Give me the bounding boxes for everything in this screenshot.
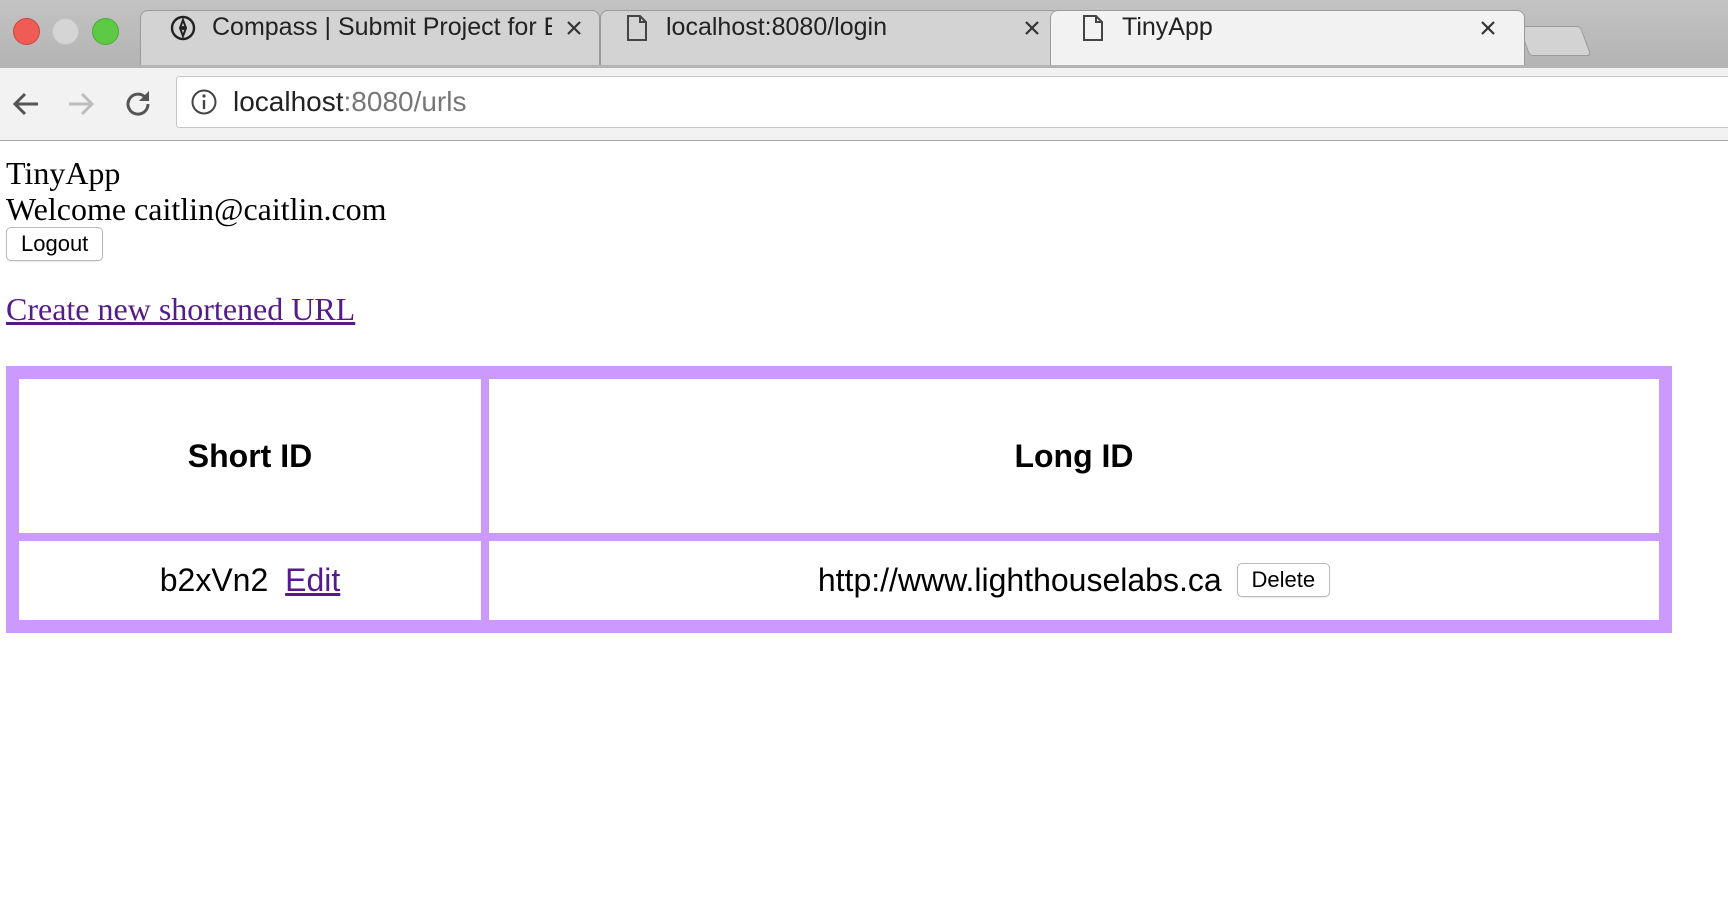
tab-strip: Compass | Submit Project for E localhost… bbox=[0, 0, 1728, 68]
close-tab-icon[interactable] bbox=[1474, 14, 1502, 42]
address-host: localhost bbox=[233, 86, 344, 117]
document-icon bbox=[622, 13, 652, 43]
long-url-value: http://www.lighthouselabs.ca bbox=[817, 561, 1222, 598]
close-tab-icon[interactable] bbox=[1018, 14, 1046, 42]
address-bar[interactable]: localhost:8080/urls bbox=[176, 76, 1728, 128]
close-tab-icon[interactable] bbox=[560, 14, 588, 42]
tab-compass-content[interactable]: Compass | Submit Project for E bbox=[168, 0, 588, 55]
info-icon[interactable] bbox=[189, 87, 219, 117]
compass-icon bbox=[168, 13, 198, 43]
minimize-window-button[interactable] bbox=[52, 18, 79, 45]
new-tab-button[interactable] bbox=[1518, 26, 1592, 56]
logout-button[interactable]: Logout bbox=[6, 227, 104, 261]
header-long-id: Long ID bbox=[485, 375, 1663, 537]
browser-toolbar: localhost:8080/urls bbox=[0, 68, 1728, 141]
tab-title: localhost:8080/login bbox=[666, 13, 887, 41]
tab-title: Compass | Submit Project for E bbox=[212, 13, 552, 41]
document-icon bbox=[1078, 13, 1108, 43]
edit-link[interactable]: Edit bbox=[285, 562, 340, 598]
back-arrow-icon bbox=[12, 92, 38, 116]
maximize-window-button[interactable] bbox=[92, 18, 119, 45]
welcome-message: Welcome caitlin@caitlin.com bbox=[6, 191, 387, 227]
create-url-link[interactable]: Create new shortened URL bbox=[6, 291, 355, 328]
forward-button[interactable] bbox=[63, 86, 99, 122]
close-window-button[interactable] bbox=[13, 18, 40, 45]
tab-login-content[interactable]: localhost:8080/login bbox=[622, 0, 1046, 55]
delete-button[interactable]: Delete bbox=[1236, 563, 1331, 598]
short-id-value: b2xVn2 bbox=[159, 562, 269, 598]
back-button[interactable] bbox=[8, 86, 44, 122]
reload-icon bbox=[126, 91, 150, 116]
reload-button[interactable] bbox=[120, 86, 156, 122]
tab-title: TinyApp bbox=[1122, 13, 1213, 41]
address-path: :8080/urls bbox=[343, 86, 467, 117]
header-short-id: Short ID bbox=[15, 375, 485, 537]
forward-arrow-icon bbox=[69, 92, 95, 116]
address-url[interactable]: localhost:8080/urls bbox=[233, 86, 466, 118]
table-header-row: Short ID Long ID bbox=[15, 375, 1663, 537]
urls-table: Short ID Long ID b2xVn2 Edit http://www.… bbox=[6, 366, 1672, 633]
table-row: b2xVn2 Edit http://www.lighthouselabs.ca… bbox=[15, 537, 1663, 624]
tab-tinyapp-content[interactable]: TinyApp bbox=[1078, 0, 1502, 55]
short-id-cell: b2xVn2 Edit bbox=[15, 537, 485, 624]
app-brand: TinyApp bbox=[6, 155, 121, 191]
page-content: TinyApp Welcome caitlin@caitlin.com Logo… bbox=[6, 141, 1722, 633]
long-url-cell: http://www.lighthouselabs.ca Delete bbox=[485, 537, 1663, 624]
